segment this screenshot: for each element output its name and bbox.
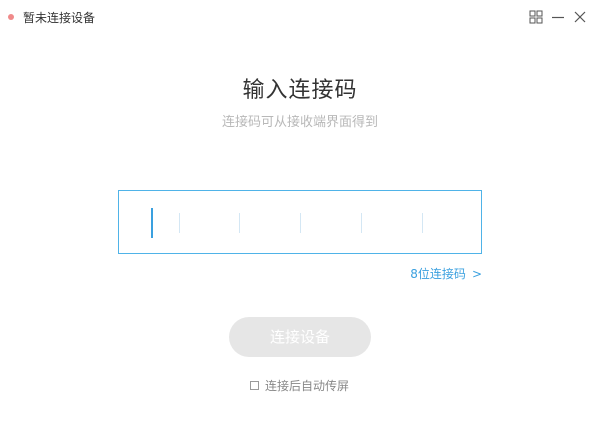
minimize-icon <box>552 16 564 19</box>
app-window: 暂未连接设备 输入连接码 连接码可从接收端界面得到 8位连接码 > 连接设备 连… <box>0 0 600 448</box>
grid-icon <box>529 10 543 24</box>
slot-separator <box>300 213 301 233</box>
window-title: 暂未连接设备 <box>23 11 96 25</box>
close-icon <box>574 11 586 23</box>
grid-button[interactable] <box>528 9 544 25</box>
text-cursor <box>151 208 153 238</box>
connection-code-input[interactable] <box>118 190 482 254</box>
auto-cast-label: 连接后自动传屏 <box>265 379 350 393</box>
slot-separator <box>361 213 362 233</box>
slot-separator <box>179 213 180 233</box>
slot-separator <box>239 213 240 233</box>
chevron-right-icon: > <box>471 267 482 281</box>
minimize-button[interactable] <box>550 9 566 25</box>
title-bar: 暂未连接设备 <box>0 0 600 36</box>
page-subtitle: 连接码可从接收端界面得到 <box>221 115 378 130</box>
close-button[interactable] <box>572 9 588 25</box>
eight-digit-code-link[interactable]: 8位连接码 > <box>410 266 482 282</box>
connect-device-button[interactable]: 连接设备 <box>229 317 371 357</box>
connection-status-icon <box>8 14 14 20</box>
code-toggle-label: 8位连接码 <box>410 267 466 281</box>
auto-cast-checkbox[interactable] <box>250 381 259 390</box>
slot-separator <box>422 213 423 233</box>
page-title: 输入连接码 <box>242 78 358 103</box>
